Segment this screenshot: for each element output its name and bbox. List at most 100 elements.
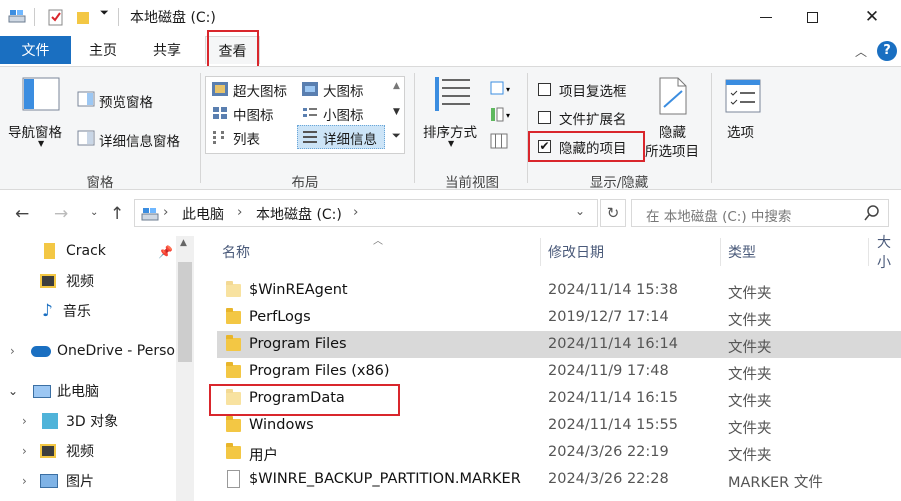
expand-icon[interactable]: ›	[22, 414, 27, 428]
gallery-down-icon[interactable]: ▼	[393, 107, 400, 117]
nav-item-onedrive[interactable]: OneDrive - Perso	[31, 338, 175, 364]
group-separator	[527, 73, 528, 183]
column-header-name[interactable]: 名称	[222, 238, 250, 266]
chevron-down-icon[interactable]: ▼	[38, 139, 44, 148]
file-type: MARKER 文件	[728, 475, 823, 491]
tab-share[interactable]: 共享	[144, 36, 190, 64]
nav-item-label: 此电脑	[57, 384, 99, 400]
refresh-button[interactable]: ↻	[600, 199, 626, 227]
nav-pane-label[interactable]: 导航窗格	[8, 121, 62, 141]
search-box[interactable]: 在 本地磁盘 (C:) 中搜索	[631, 199, 889, 227]
group-by-icon[interactable]: ▾	[490, 81, 514, 101]
file-type: 文件夹	[728, 394, 772, 410]
size-columns-icon[interactable]	[490, 133, 508, 153]
layout-medium-icons[interactable]: 中图标	[233, 104, 274, 124]
breadcrumb-local-disk[interactable]: 本地磁盘 (C:)	[256, 204, 342, 224]
file-date: 2024/11/14 16:14	[548, 336, 678, 352]
forward-button[interactable]: →	[54, 204, 68, 224]
details-pane-button[interactable]: 详细信息窗格	[99, 130, 180, 150]
back-button[interactable]: ←	[15, 204, 29, 224]
preview-pane-button[interactable]: 预览窗格	[99, 91, 153, 111]
column-separator[interactable]	[720, 238, 721, 266]
tab-view[interactable]: 查看	[205, 36, 260, 64]
new-folder-icon[interactable]	[76, 9, 90, 29]
address-dropdown-icon[interactable]: ⌄	[575, 204, 585, 218]
expand-icon[interactable]: ›	[22, 444, 27, 458]
minimize-button[interactable]	[743, 0, 789, 34]
separator	[34, 8, 35, 26]
file-name: PerfLogs	[249, 309, 311, 325]
gallery-more-icon[interactable]: ⏷	[392, 129, 401, 143]
add-columns-icon[interactable]: ▾	[490, 107, 514, 127]
sort-by-button[interactable]: 排序方式	[423, 121, 477, 141]
collapse-icon[interactable]: ⌄	[8, 384, 18, 398]
expand-icon[interactable]: ›	[10, 344, 15, 358]
tab-file[interactable]: 文件	[0, 36, 71, 64]
column-separator[interactable]	[540, 238, 541, 266]
ribbon-tabs: 文件 主页 共享 查看 ︿ ?	[0, 34, 901, 66]
chevron-down-icon[interactable]: ▼	[448, 139, 454, 148]
quick-access-dropdown-icon[interactable]: ⏷	[100, 6, 109, 20]
layout-list[interactable]: 列表	[233, 128, 260, 148]
tab-home[interactable]: 主页	[80, 36, 126, 64]
breadcrumb-separator: ›	[163, 204, 169, 220]
hide-selected-label-2[interactable]: 所选项目	[645, 140, 699, 160]
nav-item-videos-pc[interactable]: 视频	[40, 438, 94, 464]
options-button[interactable]: 选项	[727, 121, 754, 141]
item-checkboxes-label[interactable]: 项目复选框	[559, 80, 627, 100]
column-header-type[interactable]: 类型	[728, 238, 756, 266]
file-row[interactable]: 用户 2024/3/26 22:19 文件夹	[217, 439, 901, 466]
music-icon: ♪	[42, 301, 53, 321]
file-row[interactable]: Program Files (x86) 2024/11/9 17:48 文件夹	[217, 358, 901, 385]
collapse-ribbon-icon[interactable]: ︿	[855, 43, 867, 60]
search-placeholder: 在 本地磁盘 (C:) 中搜索	[646, 209, 792, 225]
scroll-up-icon[interactable]: ▲	[180, 238, 187, 248]
address-bar[interactable]: › 此电脑 › 本地磁盘 (C:) › ⌄	[134, 199, 598, 227]
gallery-up-icon[interactable]: ▲	[393, 81, 400, 91]
nav-pane-button[interactable]	[22, 77, 60, 115]
expand-icon[interactable]: ›	[22, 474, 27, 488]
layout-large-icons[interactable]: 大图标	[323, 80, 364, 100]
column-separator[interactable]	[868, 238, 869, 266]
nav-item-music[interactable]: ♪ 音乐	[42, 298, 91, 324]
file-extensions-label[interactable]: 文件扩展名	[559, 108, 627, 128]
file-type: 文件夹	[728, 313, 772, 329]
layout-small-icons[interactable]: 小图标	[323, 104, 364, 124]
file-row[interactable]: $WinREAgent 2024/11/14 15:38 文件夹	[217, 277, 901, 304]
nav-item-videos[interactable]: 视频	[40, 268, 94, 294]
up-button[interactable]: ↑	[110, 204, 124, 224]
folder-icon	[226, 335, 241, 351]
file-row[interactable]: PerfLogs 2019/12/7 17:14 文件夹	[217, 304, 901, 331]
file-type: 文件夹	[728, 286, 772, 302]
file-type: 文件夹	[728, 448, 772, 464]
help-icon[interactable]: ?	[877, 41, 897, 61]
pin-icon[interactable]: 📌	[158, 245, 173, 259]
breadcrumb-this-pc[interactable]: 此电脑	[182, 204, 224, 224]
hidden-items-checkbox[interactable]: ✔	[538, 140, 551, 153]
close-button[interactable]: ✕	[849, 0, 895, 34]
layout-details[interactable]: 详细信息	[323, 128, 377, 148]
hidden-items-label[interactable]: 隐藏的项目	[559, 137, 627, 157]
column-header-date[interactable]: 修改日期	[548, 238, 604, 266]
properties-icon[interactable]	[48, 8, 64, 30]
file-row[interactable]: Windows 2024/11/14 15:55 文件夹	[217, 412, 901, 439]
column-header-size[interactable]: 大小	[877, 235, 901, 271]
hide-selected-label-1[interactable]: 隐藏	[659, 121, 686, 141]
file-row[interactable]: $WINRE_BACKUP_PARTITION.MARKER 2024/3/26 …	[217, 466, 901, 493]
close-icon: ✕	[864, 7, 880, 27]
item-checkboxes-checkbox[interactable]	[538, 83, 551, 96]
folder-icon	[226, 281, 241, 297]
nav-item-pictures[interactable]: 图片	[40, 468, 94, 494]
recent-locations-icon[interactable]: ⌄	[90, 207, 98, 218]
nav-item-3d-objects[interactable]: 3D 对象	[42, 408, 118, 434]
file-extensions-checkbox[interactable]	[538, 111, 551, 124]
nav-item-crack[interactable]: Crack	[44, 238, 106, 264]
file-row[interactable]: Program Files 2024/11/14 16:14 文件夹	[217, 331, 901, 358]
svg-text:▾: ▾	[506, 85, 510, 94]
file-row[interactable]: ProgramData 2024/11/14 16:15 文件夹	[217, 385, 901, 412]
layout-xl-icons[interactable]: 超大图标	[233, 80, 287, 100]
nav-scrollbar-thumb[interactable]	[178, 262, 192, 362]
maximize-button[interactable]	[789, 0, 835, 34]
svg-text:▾: ▾	[506, 111, 510, 120]
nav-item-this-pc[interactable]: 此电脑	[33, 378, 99, 404]
